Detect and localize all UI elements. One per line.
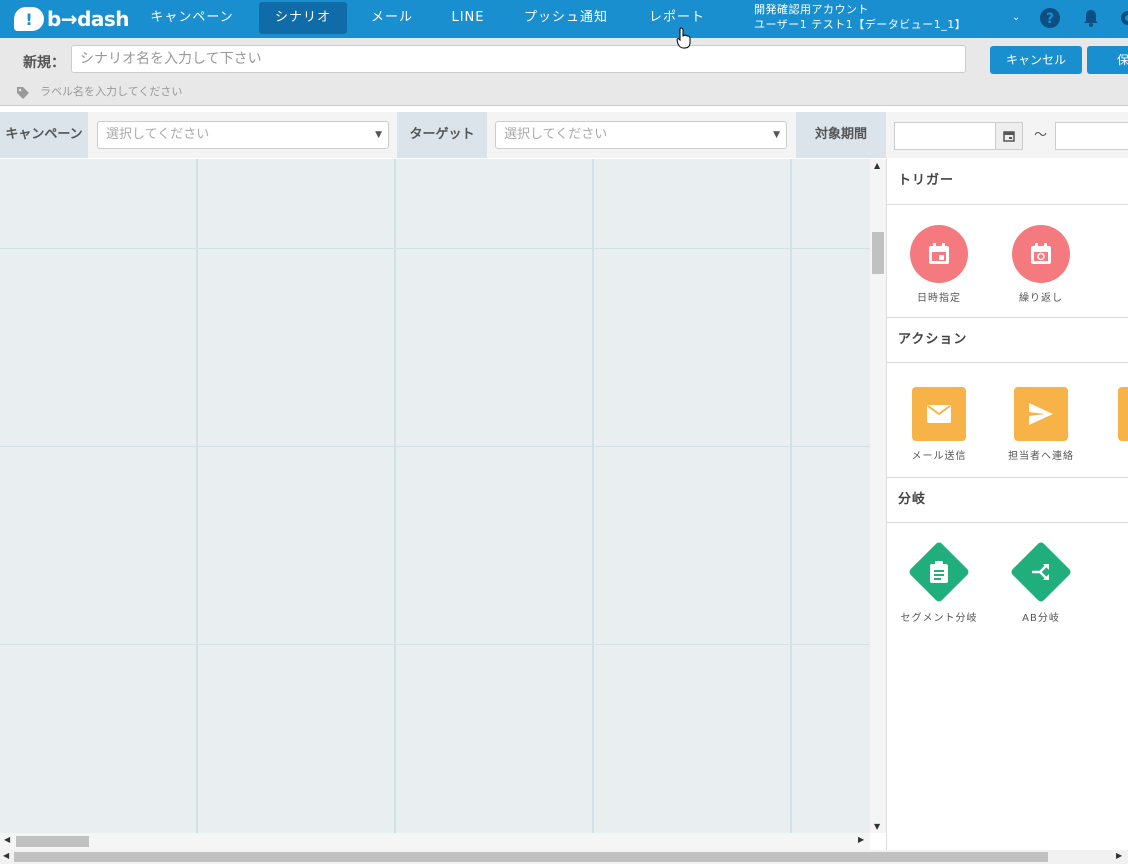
scroll-right-icon[interactable]: ▶ [858,835,864,844]
logo-text: b→dash [47,7,130,31]
scenario-header: 新規： シナリオ名を入力して下さい キャンセル 保 ラベル名を入力してください [0,38,1128,106]
scroll-thumb[interactable] [14,852,1048,862]
target-filter-label: ターゲット [397,112,487,158]
node-palette: トリガー 日時指定 繰り返し アクション メール送信 担当者へ連絡 分岐 セグメ… [886,159,1128,850]
campaign-filter-label: キャンペーン [0,112,88,158]
scenario-name-input[interactable]: シナリオ名を入力して下さい [71,45,966,73]
grid-line [0,446,870,447]
action-section-title: アクション [887,317,1128,363]
branch-ab-tool[interactable]: AB分岐 [996,540,1086,624]
caret-down-icon: ▼ [773,130,780,140]
nav-line[interactable]: LINE [440,2,496,34]
page-horizontal-scrollbar[interactable]: ◀ ▶ [0,850,1128,864]
logo-mark: ! [14,7,44,31]
clipboard-icon [907,540,971,604]
grid-line [0,644,870,645]
scroll-left-icon[interactable]: ◀ [3,851,9,860]
tool-label: 日時指定 [917,293,961,304]
scroll-right-icon[interactable]: ▶ [1116,851,1122,860]
grid-line [394,159,396,833]
trigger-repeat-tool[interactable]: 繰り返し [996,225,1086,304]
canvas-vertical-scrollbar[interactable]: ▲ ▼ [870,159,886,833]
calendar-icon[interactable] [995,122,1023,150]
scroll-thumb[interactable] [872,232,884,274]
top-nav-bar: ! b→dash キャンペーン シナリオ メール LINE プッシュ通知 レポー… [0,0,1128,38]
scenario-canvas[interactable] [0,159,870,833]
cancel-button[interactable]: キャンセル [990,46,1082,74]
tag-icon [17,87,29,99]
grid-line [790,159,792,833]
account-user: ユーザー1 テスト1【データビュー1_1】 [754,18,967,31]
gear-icon[interactable] [1118,8,1128,28]
nav-push-notification[interactable]: プッシュ通知 [510,2,622,34]
action-contact-tool[interactable]: 担当者へ連絡 [996,387,1086,462]
save-button[interactable]: 保 [1087,46,1128,74]
tool-label: セグメント分岐 [900,613,978,624]
send-icon [1014,387,1068,441]
chevron-down-icon[interactable]: ⌄ [1012,12,1020,23]
scroll-thumb[interactable] [16,836,89,847]
scroll-down-icon[interactable]: ▼ [874,822,880,831]
new-scenario-label: 新規： [23,55,65,71]
grid-line [0,248,870,249]
hand-cursor-icon [676,27,691,49]
grid-line [592,159,594,833]
account-switcher[interactable]: 開発確認用アカウント ユーザー1 テスト1【データビュー1_1】 [754,2,966,32]
end-date-input[interactable] [1055,122,1128,150]
nav-scenario[interactable]: シナリオ [259,2,347,34]
trigger-section-title: トリガー [887,159,1128,205]
caret-down-icon: ▼ [375,130,382,140]
campaign-select[interactable]: 選択してください ▼ [97,121,389,149]
nav-mail[interactable]: メール [356,2,428,34]
nav-campaign[interactable]: キャンペーン [136,2,248,34]
campaign-select-value: 選択してください [106,127,210,142]
start-date-input[interactable] [894,122,996,150]
bell-icon[interactable] [1081,8,1101,28]
tool-label: 繰り返し [1019,293,1063,304]
tool-label: AB分岐 [1022,613,1060,624]
svg-text:?: ? [1046,11,1054,27]
action-more-tool[interactable] [1118,387,1128,441]
mail-icon [912,387,966,441]
brand-logo[interactable]: ! b→dash [14,6,130,32]
target-select[interactable]: 選択してください ▼ [495,121,787,149]
target-select-value: 選択してください [504,127,608,142]
calendar-repeat-icon [1012,225,1070,283]
calendar-icon [910,225,968,283]
app-root: ! b→dash キャンペーン シナリオ メール LINE プッシュ通知 レポー… [0,0,1128,864]
grid-line [196,159,198,833]
tool-label: メール送信 [911,451,967,462]
split-icon [1009,540,1073,604]
scroll-left-icon[interactable]: ◀ [4,835,10,844]
scroll-up-icon[interactable]: ▲ [874,161,880,170]
account-name: 開発確認用アカウント [754,3,869,16]
action-mail-tool[interactable]: メール送信 [894,387,984,462]
canvas-horizontal-scrollbar[interactable]: ◀ ▶ [0,833,870,850]
branch-segment-tool[interactable]: セグメント分岐 [894,540,984,624]
trigger-datetime-tool[interactable]: 日時指定 [894,225,984,304]
tool-label: 担当者へ連絡 [1008,451,1074,462]
period-separator: ～ [1034,128,1048,143]
label-name-input[interactable]: ラベル名を入力してください [40,83,182,99]
help-icon[interactable]: ? [1040,8,1060,28]
period-filter-label: 対象期間 [796,112,886,158]
branch-section-title: 分岐 [887,477,1128,523]
